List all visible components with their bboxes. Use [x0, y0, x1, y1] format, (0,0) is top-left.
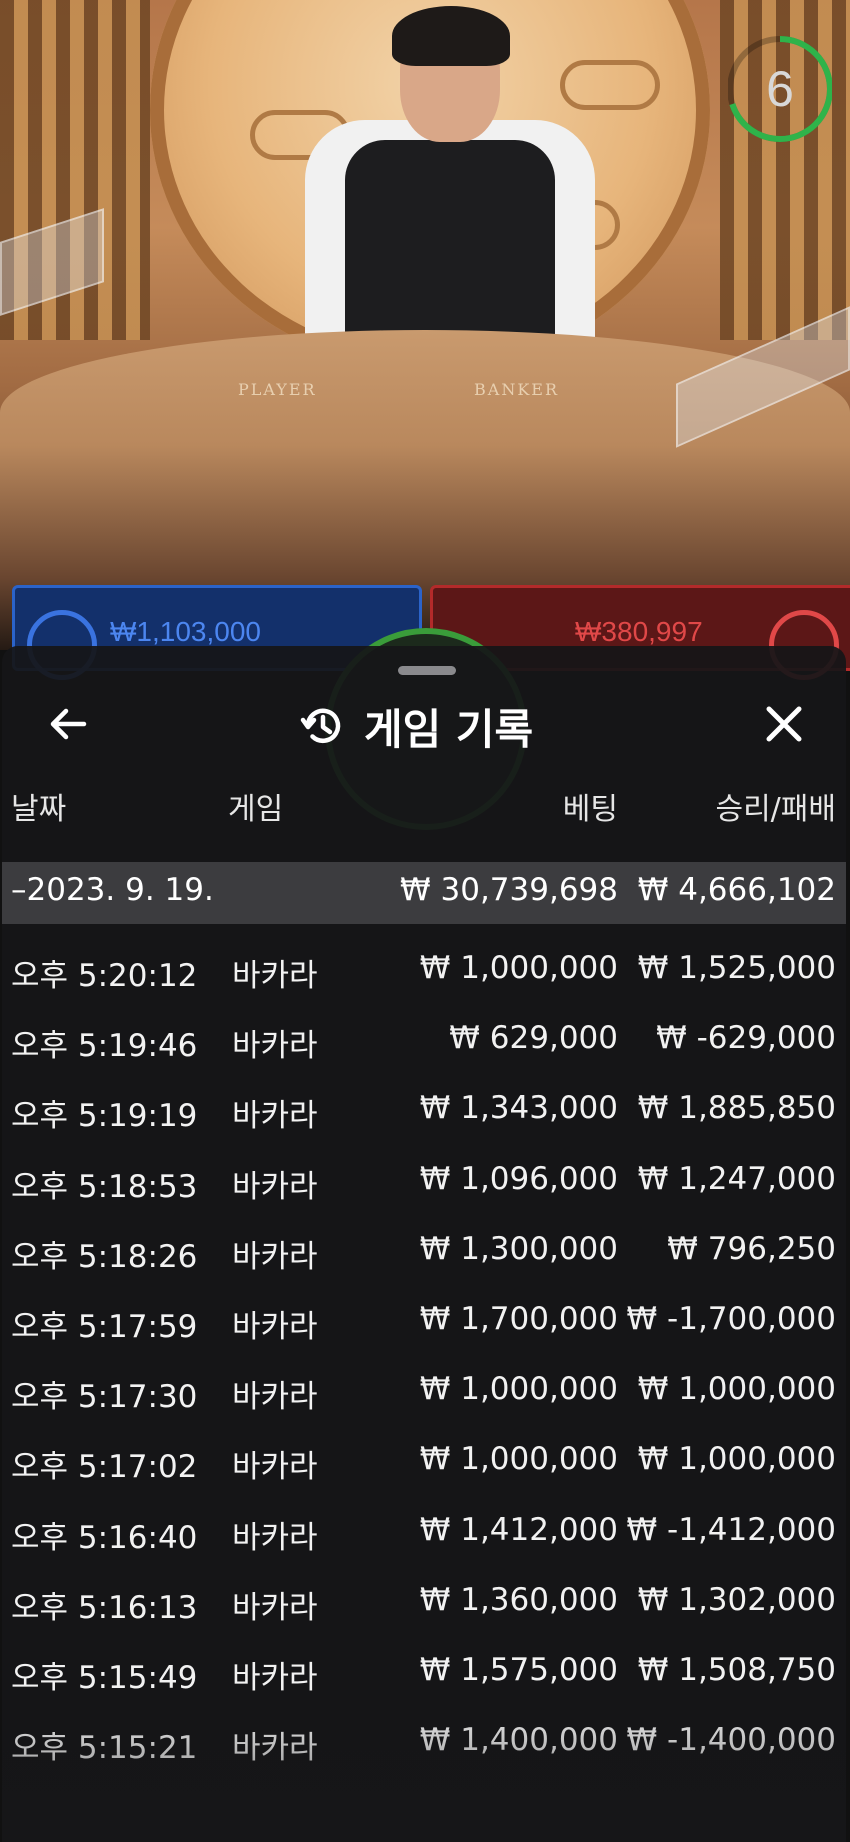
row-result: ₩ 1,247,000 [637, 1160, 836, 1197]
banker-bet-amount: ₩380,997 [575, 616, 703, 647]
column-header-win-loss: 승리/패배 [715, 792, 836, 827]
row-time: 오후 5:16:40 [11, 1519, 198, 1556]
row-time: 오후 5:15:49 [11, 1659, 198, 1696]
sheet-drag-handle[interactable] [398, 666, 456, 675]
row-bet: ₩ 1,360,000 [419, 1581, 618, 1618]
row-result: ₩ 1,000,000 [637, 1441, 836, 1478]
row-result: ₩ 1,302,000 [637, 1581, 836, 1618]
history-row[interactable]: 오후 5:16:13 바카라 ₩ 1,360,000 ₩ 1,302,000 [2, 1568, 846, 1638]
row-result: ₩ 1,525,000 [637, 950, 836, 986]
timer-value: 6 [766, 61, 794, 117]
row-bet: ₩ 1,300,000 [419, 1230, 618, 1267]
row-result: ₩ 796,250 [667, 1230, 836, 1267]
arrow-left-icon [50, 708, 87, 740]
row-time: 오후 5:18:53 [11, 1168, 198, 1205]
row-result: ₩ 1,885,850 [637, 1090, 836, 1127]
row-result: ₩ -629,000 [656, 1020, 836, 1057]
row-bet: ₩ 1,412,000 [419, 1511, 618, 1548]
history-row[interactable]: 오후 5:18:26 바카라 ₩ 1,300,000 ₩ 796,250 [2, 1217, 846, 1287]
row-game: 바카라 [232, 958, 318, 994]
row-time: 오후 5:17:59 [11, 1308, 198, 1345]
row-game: 바카라 [232, 1730, 318, 1767]
player-bet-amount: ₩1,103,000 [110, 616, 261, 647]
column-header-game: 게임 [228, 792, 284, 827]
date-group-row[interactable]: –2023. 9. 19. ₩ 30,739,698 ₩ 4,666,102 [2, 862, 846, 924]
row-game: 바카라 [232, 1308, 318, 1345]
row-bet: ₩ 1,000,000 [419, 950, 618, 986]
history-row[interactable]: 오후 5:15:49 바카라 ₩ 1,575,000 ₩ 1,508,750 [2, 1638, 846, 1708]
column-header-bet: 베팅 [562, 792, 618, 827]
row-result: ₩ -1,700,000 [626, 1300, 836, 1337]
row-time: 오후 5:20:12 [11, 958, 198, 994]
history-row[interactable]: 오후 5:17:02 바카라 ₩ 1,000,000 ₩ 1,000,000 [2, 1427, 846, 1497]
history-icon [300, 708, 341, 743]
date-group-bet-total: ₩ 30,739,698 [400, 872, 618, 908]
row-game: 바카라 [232, 1589, 318, 1626]
history-row[interactable]: 오후 5:17:30 바카라 ₩ 1,000,000 ₩ 1,000,000 [2, 1357, 846, 1427]
history-row[interactable]: 오후 5:16:40 바카라 ₩ 1,412,000 ₩ -1,412,000 [2, 1498, 846, 1568]
row-time: 오후 5:15:21 [11, 1730, 198, 1767]
back-button[interactable] [42, 694, 102, 754]
row-time: 오후 5:16:13 [11, 1589, 198, 1626]
history-row[interactable]: 오후 5:17:59 바카라 ₩ 1,700,000 ₩ -1,700,000 [2, 1287, 846, 1357]
sheet-header: 게임 기록 [2, 686, 846, 766]
sheet-title: 게임 기록 [364, 704, 534, 754]
row-result: ₩ -1,400,000 [626, 1722, 836, 1759]
row-bet: ₩ 1,000,000 [419, 1371, 618, 1408]
dealer-hair [392, 6, 510, 66]
row-result: ₩ 1,000,000 [637, 1371, 836, 1408]
row-time: 오후 5:19:46 [11, 1028, 198, 1065]
row-game: 바카라 [232, 1449, 318, 1486]
row-bet: ₩ 1,000,000 [419, 1441, 618, 1478]
column-header-date: 날짜 [11, 792, 67, 827]
history-row[interactable]: 오후 5:19:19 바카라 ₩ 1,343,000 ₩ 1,885,850 [2, 1076, 846, 1146]
close-button[interactable] [754, 694, 814, 754]
row-time: 오후 5:18:26 [11, 1238, 198, 1275]
game-history-sheet: 게임 기록 날짜 게임 베팅 승리/패배 –2023. 9. 19. ₩ 30,… [2, 646, 846, 1842]
row-time: 오후 5:19:19 [11, 1098, 198, 1135]
row-game: 바카라 [232, 1379, 318, 1416]
history-row[interactable]: 오후 5:18:53 바카라 ₩ 1,096,000 ₩ 1,247,000 [2, 1147, 846, 1217]
date-group-label: –2023. 9. 19. [11, 872, 214, 908]
date-group-win-total: ₩ 4,666,102 [637, 872, 836, 908]
history-row[interactable]: 오후 5:15:21 바카라 ₩ 1,400,000 ₩ -1,400,000 [2, 1708, 846, 1778]
row-time: 오후 5:17:02 [11, 1449, 198, 1486]
row-game: 바카라 [232, 1098, 318, 1135]
row-bet: ₩ 629,000 [449, 1020, 618, 1057]
row-game: 바카라 [232, 1519, 318, 1556]
row-bet: ₩ 1,096,000 [419, 1160, 618, 1197]
history-list: 오후 5:20:12 바카라 ₩ 1,000,000 ₩ 1,525,000 오후 5:… [2, 936, 846, 1778]
table-label-banker: BANKER [474, 380, 559, 399]
live-video-feed: PLAYER BANKER [0, 0, 850, 650]
title-group: 게임 기록 [300, 696, 533, 756]
row-game: 바카라 [232, 1659, 318, 1696]
row-game: 바카라 [232, 1168, 318, 1205]
row-result: ₩ 1,508,750 [637, 1651, 836, 1688]
cloud-ornament [560, 60, 660, 110]
row-game: 바카라 [232, 1238, 318, 1275]
history-row[interactable]: 오후 5:19:46 바카라 ₩ 629,000 ₩ -629,000 [2, 1006, 846, 1076]
round-timer: 6 [728, 30, 832, 148]
close-icon [766, 706, 802, 742]
row-result: ₩ -1,412,000 [626, 1511, 836, 1548]
row-bet: ₩ 1,343,000 [419, 1090, 618, 1127]
column-headers: 날짜 게임 베팅 승리/패배 [2, 784, 846, 828]
table-label-player: PLAYER [238, 380, 317, 399]
row-game: 바카라 [232, 1028, 318, 1065]
row-bet: ₩ 1,575,000 [419, 1651, 618, 1688]
row-bet: ₩ 1,700,000 [419, 1300, 618, 1337]
row-bet: ₩ 1,400,000 [419, 1722, 618, 1759]
row-time: 오후 5:17:30 [11, 1379, 198, 1416]
history-row[interactable]: 오후 5:20:12 바카라 ₩ 1,000,000 ₩ 1,525,000 [2, 936, 846, 1006]
